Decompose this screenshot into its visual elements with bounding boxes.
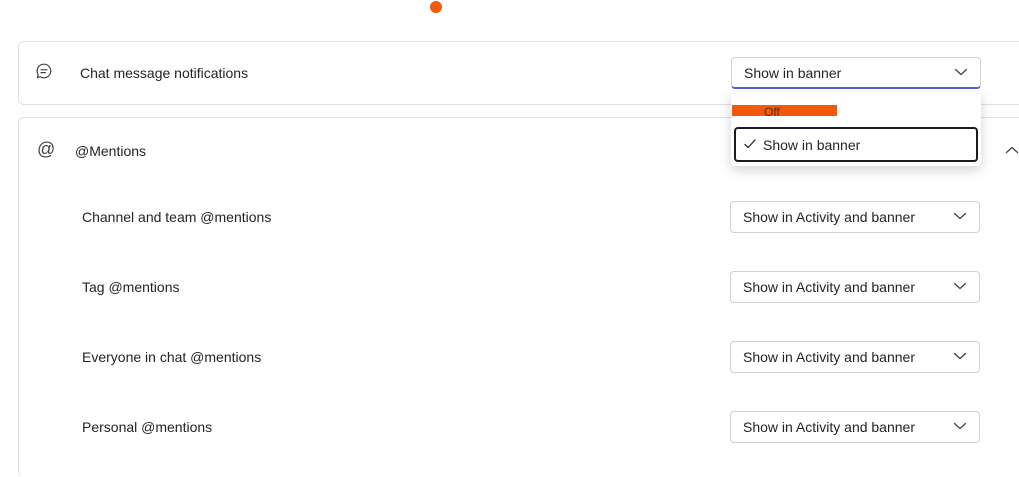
select-value: Show in Activity and banner [743, 349, 915, 365]
channel-team-mentions-label: Channel and team @mentions [82, 209, 272, 225]
select-value: Show in Activity and banner [743, 419, 915, 435]
tag-mentions-label: Tag @mentions [82, 279, 180, 295]
option-show-in-banner[interactable]: Show in banner [734, 127, 978, 162]
everyone-chat-mentions-label: Everyone in chat @mentions [82, 349, 262, 365]
chat-bubble-icon [35, 62, 53, 84]
select-value: Show in Activity and banner [743, 209, 915, 225]
checkmark-icon [744, 139, 756, 149]
option-show-in-banner-label: Show in banner [763, 137, 861, 153]
chat-notifications-select[interactable]: Show in banner [731, 57, 981, 89]
personal-mentions-label: Personal @mentions [82, 419, 213, 435]
everyone-chat-mentions-select[interactable]: Show in Activity and banner [730, 341, 980, 373]
option-off-label: Off [764, 105, 780, 116]
chevron-down-icon [954, 68, 968, 76]
chat-notifications-label: Chat message notifications [80, 65, 249, 81]
chevron-down-icon [953, 212, 967, 220]
chevron-down-icon [953, 352, 967, 360]
channel-team-mentions-select[interactable]: Show in Activity and banner [730, 201, 980, 233]
mentions-title: @Mentions [75, 143, 147, 159]
tag-mentions-select[interactable]: Show in Activity and banner [730, 271, 980, 303]
chevron-up-icon[interactable] [1005, 145, 1019, 155]
select-value: Show in Activity and banner [743, 279, 915, 295]
chevron-down-icon [953, 282, 967, 290]
highlight-dot [430, 1, 442, 13]
at-sign-icon: @ [37, 139, 56, 159]
personal-mentions-select[interactable]: Show in Activity and banner [730, 411, 980, 443]
chevron-down-icon [953, 422, 967, 430]
option-off[interactable]: Off [732, 105, 837, 116]
chat-notifications-listbox: Off Show in banner [731, 92, 981, 166]
chat-notifications-value: Show in banner [744, 65, 842, 81]
